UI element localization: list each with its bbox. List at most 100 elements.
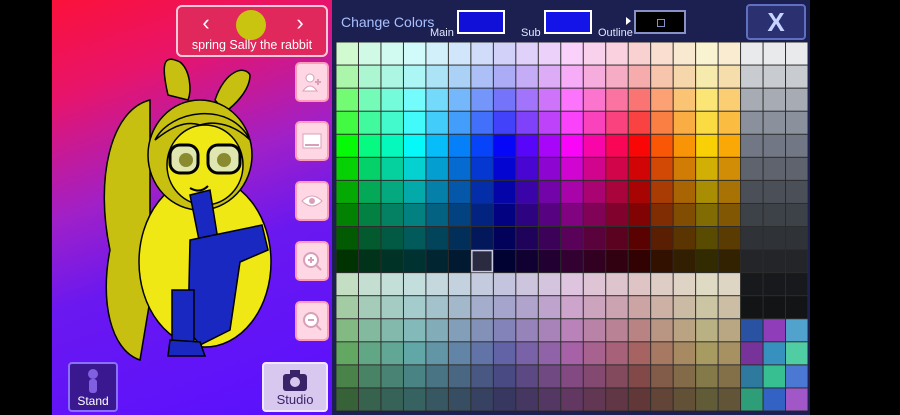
color-cell[interactable] [381,88,403,111]
color-cell[interactable] [718,319,741,342]
color-cell[interactable] [696,273,718,296]
color-cell[interactable] [696,180,718,203]
color-cell[interactable] [381,65,403,88]
color-cell[interactable] [718,42,741,65]
color-cell[interactable] [763,365,786,388]
chevron-right-icon[interactable]: › [290,12,310,34]
color-cell[interactable] [651,227,673,250]
color-cell[interactable] [448,296,471,319]
color-cell[interactable] [493,203,516,226]
color-cell[interactable] [606,319,628,342]
color-cell[interactable] [606,180,628,203]
color-cell[interactable] [606,273,628,296]
add-character-button[interactable] [295,62,329,102]
color-cell[interactable] [336,111,358,134]
color-cell[interactable] [336,88,358,111]
color-cell[interactable] [741,65,763,88]
color-cell[interactable] [651,180,673,203]
color-cell[interactable] [381,342,403,365]
color-cell[interactable] [583,296,606,319]
color-cell[interactable] [358,157,381,180]
color-cell[interactable] [786,157,808,180]
color-cell[interactable] [561,388,583,411]
color-cell[interactable] [606,203,628,226]
color-cell[interactable] [426,273,448,296]
color-cell[interactable] [538,227,561,250]
color-cell[interactable] [448,180,471,203]
color-cell[interactable] [718,157,741,180]
color-cell[interactable] [381,111,403,134]
color-cell[interactable] [561,180,583,203]
color-cell[interactable] [493,42,516,65]
color-cell[interactable] [718,180,741,203]
color-cell[interactable] [471,134,493,157]
color-cell[interactable] [718,342,741,365]
color-cell[interactable] [493,342,516,365]
color-cell[interactable] [561,342,583,365]
color-cell[interactable] [763,296,786,319]
color-cell[interactable] [403,365,426,388]
color-cell[interactable] [583,365,606,388]
color-cell[interactable] [516,65,538,88]
color-cell[interactable] [471,65,493,88]
color-cell[interactable] [471,180,493,203]
color-cell[interactable] [493,180,516,203]
color-cell[interactable] [786,227,808,250]
color-cell[interactable] [583,88,606,111]
color-cell[interactable] [673,203,696,226]
color-cell[interactable] [448,134,471,157]
color-cell[interactable] [718,65,741,88]
color-cell[interactable] [516,180,538,203]
color-cell[interactable] [358,88,381,111]
color-cell[interactable] [741,273,763,296]
color-cell[interactable] [696,388,718,411]
view-button[interactable] [295,181,329,221]
color-cell[interactable] [741,203,763,226]
color-cell[interactable] [696,319,718,342]
color-cell[interactable] [628,250,651,273]
color-cell[interactable] [471,157,493,180]
chevron-left-icon[interactable]: ‹ [196,12,216,34]
color-cell[interactable] [448,250,471,273]
color-cell[interactable] [741,365,763,388]
color-cell[interactable] [516,296,538,319]
color-cell[interactable] [493,227,516,250]
color-cell[interactable] [628,227,651,250]
color-cell[interactable] [448,203,471,226]
color-cell[interactable] [358,250,381,273]
color-cell[interactable] [516,134,538,157]
color-cell[interactable] [471,227,493,250]
color-cell[interactable] [358,296,381,319]
color-cell[interactable] [381,134,403,157]
sub-color-swatch[interactable] [544,10,592,34]
color-cell[interactable] [538,365,561,388]
color-cell[interactable] [538,388,561,411]
color-cell[interactable] [696,134,718,157]
color-cell[interactable] [448,365,471,388]
color-cell[interactable] [763,42,786,65]
color-cell[interactable] [673,180,696,203]
color-cell[interactable] [358,134,381,157]
color-cell[interactable] [471,88,493,111]
color-cell[interactable] [403,180,426,203]
color-cell[interactable] [651,157,673,180]
color-cell[interactable] [403,319,426,342]
color-cell[interactable] [583,203,606,226]
color-cell[interactable] [538,273,561,296]
color-cell[interactable] [336,388,358,411]
color-cell[interactable] [381,203,403,226]
color-cell[interactable] [606,296,628,319]
color-cell[interactable] [538,88,561,111]
zoom-out-button[interactable] [295,301,329,341]
color-cell[interactable] [696,157,718,180]
color-cell[interactable] [358,365,381,388]
color-cell[interactable] [673,365,696,388]
color-cell[interactable] [763,134,786,157]
outline-color-swatch[interactable] [634,10,686,34]
color-cell[interactable] [426,319,448,342]
color-cell[interactable] [673,296,696,319]
color-cell[interactable] [403,227,426,250]
color-cell[interactable] [651,319,673,342]
color-cell[interactable] [561,65,583,88]
color-cell[interactable] [358,180,381,203]
